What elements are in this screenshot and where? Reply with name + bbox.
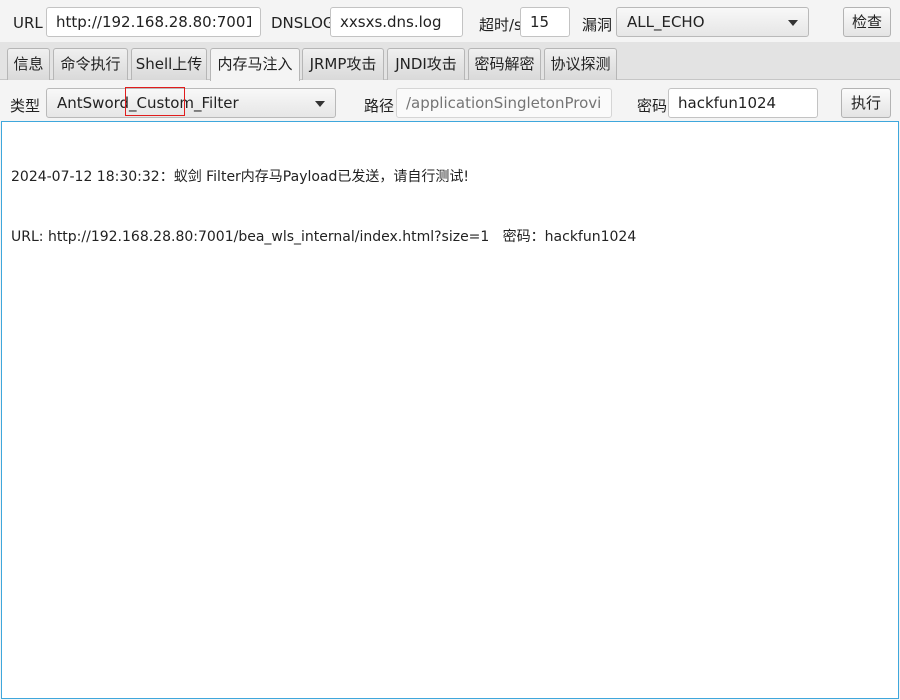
url-input[interactable] — [46, 7, 261, 37]
output-textarea[interactable]: 2024-07-12 18:30:32：蚁剑 Filter内存马Payload已… — [1, 121, 899, 699]
dnslog-input[interactable] — [330, 7, 463, 37]
password-label: 密码 — [637, 97, 668, 115]
execute-button[interactable]: 执行 — [841, 88, 891, 118]
output-line: URL: http://192.168.28.80:7001/bea_wls_i… — [11, 229, 637, 245]
timeout-input[interactable] — [520, 7, 570, 37]
type-select[interactable]: AntSword_Custom_Filter — [46, 88, 336, 118]
password-input[interactable] — [668, 88, 818, 118]
check-button[interactable]: 检查 — [843, 7, 891, 37]
vuln-select-value: ALL_ECHO — [627, 13, 705, 31]
vuln-label: 漏洞 — [582, 16, 613, 34]
chevron-down-icon — [315, 101, 325, 107]
path-label: 路径 — [364, 97, 395, 115]
tab-password-decrypt[interactable]: 密码解密 — [468, 48, 541, 80]
type-select-value: AntSword_Custom_Filter — [57, 94, 239, 112]
tab-jrmp-attack[interactable]: JRMP攻击 — [302, 48, 384, 80]
timeout-label: 超时/s — [479, 16, 521, 34]
tab-command-exec[interactable]: 命令执行 — [53, 48, 128, 80]
tab-memshell-inject[interactable]: 内存马注入 — [210, 48, 300, 81]
type-label: 类型 — [10, 97, 41, 115]
tab-shell-upload[interactable]: Shell上传 — [131, 48, 207, 80]
dnslog-label: DNSLOG — [271, 14, 333, 32]
tab-bar: 信息 命令执行 Shell上传 内存马注入 JRMP攻击 JNDI攻击 密码解密… — [0, 42, 900, 81]
url-label: URL — [13, 14, 43, 32]
output-line: 2024-07-12 18:30:32：蚁剑 Filter内存马Payload已… — [11, 169, 470, 185]
tab-info[interactable]: 信息 — [7, 48, 50, 80]
app-window: URL DNSLOG 超时/s 漏洞 ALL_ECHO 检查 信息 命令执行 S… — [0, 0, 900, 700]
tab-protocol-detect[interactable]: 协议探测 — [544, 48, 617, 80]
vuln-select[interactable]: ALL_ECHO — [616, 7, 809, 37]
chevron-down-icon — [788, 20, 798, 26]
tab-jndi-attack[interactable]: JNDI攻击 — [387, 48, 465, 80]
path-input[interactable] — [396, 88, 612, 118]
